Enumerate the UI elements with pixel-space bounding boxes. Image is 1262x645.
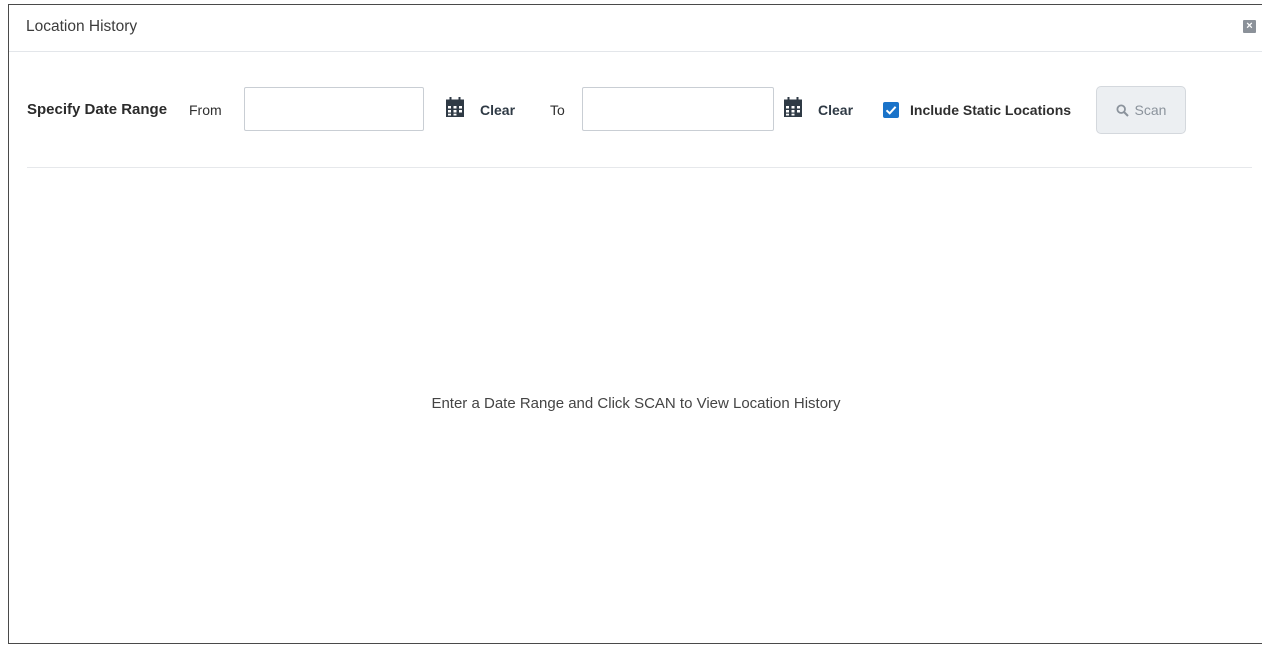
include-static-label[interactable]: Include Static Locations: [910, 102, 1071, 118]
dialog-title: Location History: [26, 18, 138, 35]
scan-button-label: Scan: [1134, 102, 1167, 118]
from-label: From: [189, 102, 222, 118]
include-static-checkbox[interactable]: [883, 102, 899, 118]
date-range-toolbar: Specify Date Range From Clear To Clear I…: [27, 86, 1252, 134]
dialog-titlebar: Location History ×: [9, 5, 1262, 52]
clear-from-button[interactable]: Clear: [480, 102, 515, 118]
to-date-input[interactable]: [582, 87, 774, 131]
to-label: To: [550, 102, 565, 118]
close-icon[interactable]: ×: [1243, 20, 1256, 33]
from-date-input[interactable]: [244, 87, 424, 131]
search-icon: [1116, 103, 1129, 117]
empty-state-message: Enter a Date Range and Click SCAN to Vie…: [431, 395, 841, 412]
clear-to-button[interactable]: Clear: [818, 102, 853, 118]
scan-button[interactable]: Scan: [1096, 86, 1186, 134]
date-range-heading: Specify Date Range: [27, 101, 168, 118]
calendar-icon[interactable]: [784, 97, 802, 117]
calendar-icon[interactable]: [446, 97, 464, 117]
location-history-dialog: Location History × Specify Date Range Fr…: [8, 4, 1262, 644]
toolbar-divider: [27, 167, 1252, 168]
checkmark-icon: [885, 106, 897, 115]
